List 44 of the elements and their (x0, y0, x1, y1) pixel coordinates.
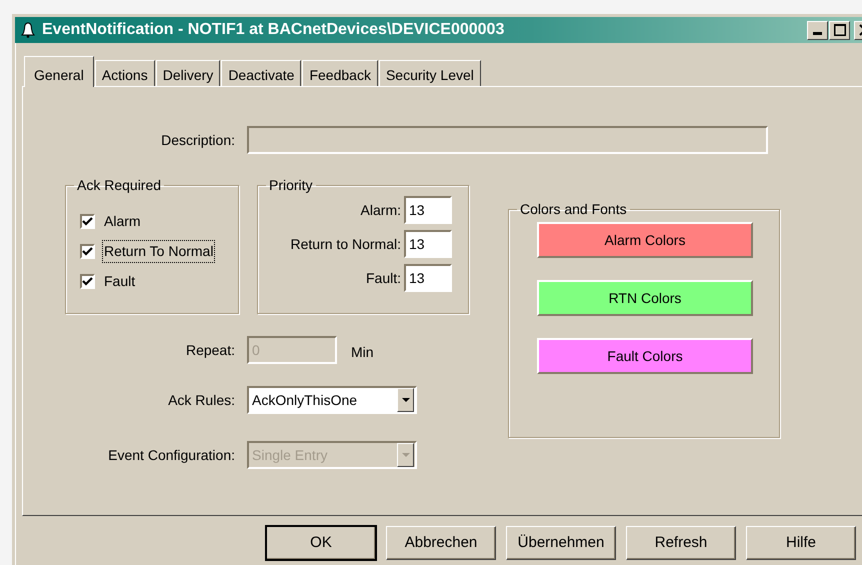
dialog-button[interactable]: OK (266, 526, 376, 560)
caret-icon (402, 398, 410, 402)
group-title: Ack Required (77, 177, 162, 193)
minimize-button[interactable] (807, 20, 828, 40)
dialog-button[interactable]: Hilfe (746, 526, 856, 560)
tab[interactable]: Deactivate (221, 60, 302, 87)
caret-icon (402, 452, 410, 458)
tab[interactable]: General (24, 56, 94, 87)
window-title: EventNotification - NOTIF1 at BACnetDevices\DEVICE000003 (42, 20, 504, 40)
group-title: Colors and Fonts (520, 201, 627, 217)
unit-label: Min (351, 342, 374, 362)
field-label: Return to Normal: (290, 234, 401, 254)
dialog-button[interactable]: Abbrechen (386, 526, 496, 560)
priority-field[interactable]: 13 (404, 230, 452, 258)
color-button[interactable]: Fault Colors (537, 338, 753, 374)
maximize-icon (834, 24, 846, 36)
color-button[interactable]: Alarm Colors (537, 222, 753, 258)
description-field[interactable] (247, 126, 768, 154)
field-label: Ack Rules: (167, 390, 236, 410)
checkbox-label: Alarm (103, 212, 142, 230)
field-label: Alarm: (360, 200, 401, 220)
field-label: Event Configuration: (107, 446, 236, 465)
tab[interactable]: Feedback (302, 60, 378, 87)
field-label: Description: (160, 130, 236, 150)
tab[interactable]: Delivery (156, 60, 220, 87)
priority-field[interactable]: 13 (404, 264, 452, 292)
dialog-button[interactable]: Refresh (626, 526, 736, 560)
bell-icon (21, 22, 35, 38)
group-title: Priority (269, 177, 313, 193)
checkbox-label: Return To Normal (103, 240, 214, 262)
tab[interactable]: Security Level (378, 60, 481, 87)
field-label: Repeat: (184, 340, 236, 360)
minimize-icon (813, 32, 822, 35)
checkbox-label: Fault (103, 272, 136, 290)
field-label: Fault: (366, 268, 401, 288)
tab[interactable]: Actions (94, 60, 155, 87)
checkbox[interactable] (80, 214, 95, 228)
checkbox[interactable] (80, 274, 95, 288)
dropdown[interactable]: AckOnlyThisOne (247, 386, 417, 414)
color-button[interactable]: RTN Colors (537, 280, 753, 316)
priority-field[interactable]: 13 (404, 196, 452, 224)
checkbox[interactable] (80, 244, 95, 258)
maximize-button[interactable] (829, 20, 850, 40)
dialog-button[interactable]: Übernehmen (506, 526, 616, 560)
